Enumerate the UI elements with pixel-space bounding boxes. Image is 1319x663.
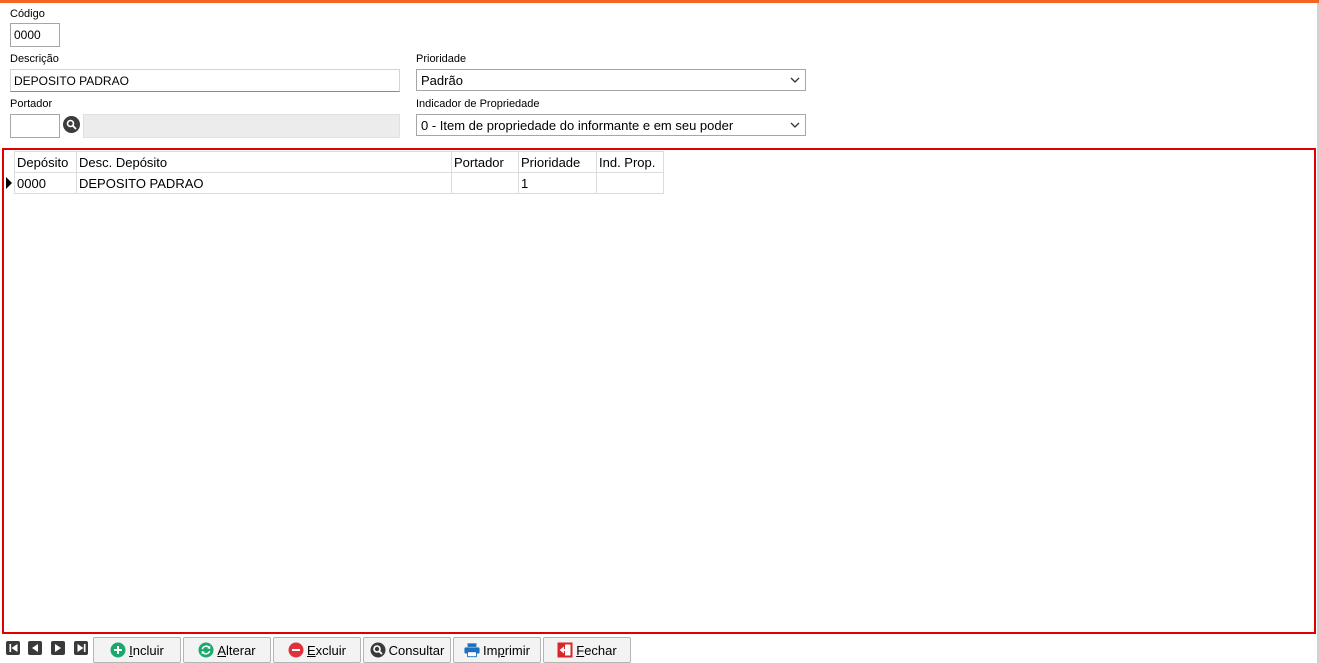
fechar-button[interactable]: Fechar (543, 637, 631, 663)
incluir-label: Incluir (129, 642, 164, 658)
first-record-button[interactable] (6, 641, 20, 655)
grid-table: Depósito Desc. Depósito Portador Priorid… (14, 151, 664, 194)
prioridade-label: Prioridade (416, 53, 467, 65)
indicador-value: 0 - Item de propriedade do informante e … (421, 117, 734, 133)
fechar-label: Fechar (576, 642, 617, 658)
cell-prioridade[interactable]: 1 (518, 172, 597, 194)
column-header-prioridade[interactable]: Prioridade (518, 151, 597, 173)
column-header-portador[interactable]: Portador (451, 151, 519, 173)
descricao-input[interactable]: DEPOSITO PADRAO (10, 69, 400, 92)
next-record-icon (55, 644, 61, 652)
chevron-down-icon (790, 77, 800, 83)
accent-bar (0, 0, 1319, 3)
plus-icon (110, 642, 126, 658)
descricao-label: Descrição (10, 53, 59, 65)
portador-name-field (83, 114, 400, 138)
excluir-label: Excluir (306, 642, 346, 658)
prioridade-value: Padrão (421, 72, 463, 88)
indicador-select[interactable]: 0 - Item de propriedade do informante e … (416, 114, 806, 136)
last-record-button[interactable] (74, 641, 88, 655)
search-icon (66, 119, 77, 130)
next-record-button[interactable] (51, 641, 65, 655)
prioridade-select[interactable]: Padrão (416, 69, 806, 91)
chevron-down-icon (790, 122, 800, 128)
incluir-button[interactable]: Incluir (93, 637, 181, 663)
table-row[interactable]: 0000 DEPOSITO PADRAO 1 (14, 172, 664, 194)
last-record-icon (77, 644, 85, 652)
exit-icon (557, 642, 573, 658)
printer-icon (464, 642, 480, 658)
alterar-button[interactable]: Alterar (183, 637, 271, 663)
imprimir-button[interactable]: Imprimir (453, 637, 541, 663)
first-record-icon (9, 644, 17, 652)
codigo-value: 0000 (14, 28, 41, 42)
cell-portador[interactable] (451, 172, 519, 194)
descricao-value: DEPOSITO PADRAO (14, 73, 129, 88)
grid-header-row: Depósito Desc. Depósito Portador Priorid… (14, 151, 664, 173)
column-header-desc-deposito[interactable]: Desc. Depósito (76, 151, 452, 173)
refresh-icon (198, 642, 214, 658)
excluir-button[interactable]: Excluir (273, 637, 361, 663)
consultar-label: Consultar (388, 642, 445, 658)
cell-ind-prop[interactable] (596, 172, 664, 194)
depositos-grid[interactable]: Depósito Desc. Depósito Portador Priorid… (2, 148, 1316, 634)
indicador-label: Indicador de Propriedade (416, 98, 540, 110)
consultar-button[interactable]: Consultar (363, 637, 451, 663)
prev-record-button[interactable] (28, 641, 42, 655)
imprimir-label: Imprimir (483, 642, 530, 658)
codigo-input[interactable]: 0000 (10, 23, 60, 47)
minus-icon (288, 642, 304, 658)
column-header-deposito[interactable]: Depósito (14, 151, 77, 173)
alterar-label: Alterar (217, 642, 256, 658)
codigo-label: Código (10, 8, 45, 20)
portador-input[interactable] (10, 114, 60, 138)
portador-search-button[interactable] (63, 116, 80, 133)
magnifier-icon (370, 642, 386, 658)
portador-label: Portador (10, 98, 53, 110)
current-row-indicator (6, 177, 12, 189)
prev-record-icon (32, 644, 38, 652)
cell-desc-deposito[interactable]: DEPOSITO PADRAO (76, 172, 452, 194)
column-header-ind-prop[interactable]: Ind. Prop. (596, 151, 664, 173)
cell-deposito[interactable]: 0000 (14, 172, 77, 194)
